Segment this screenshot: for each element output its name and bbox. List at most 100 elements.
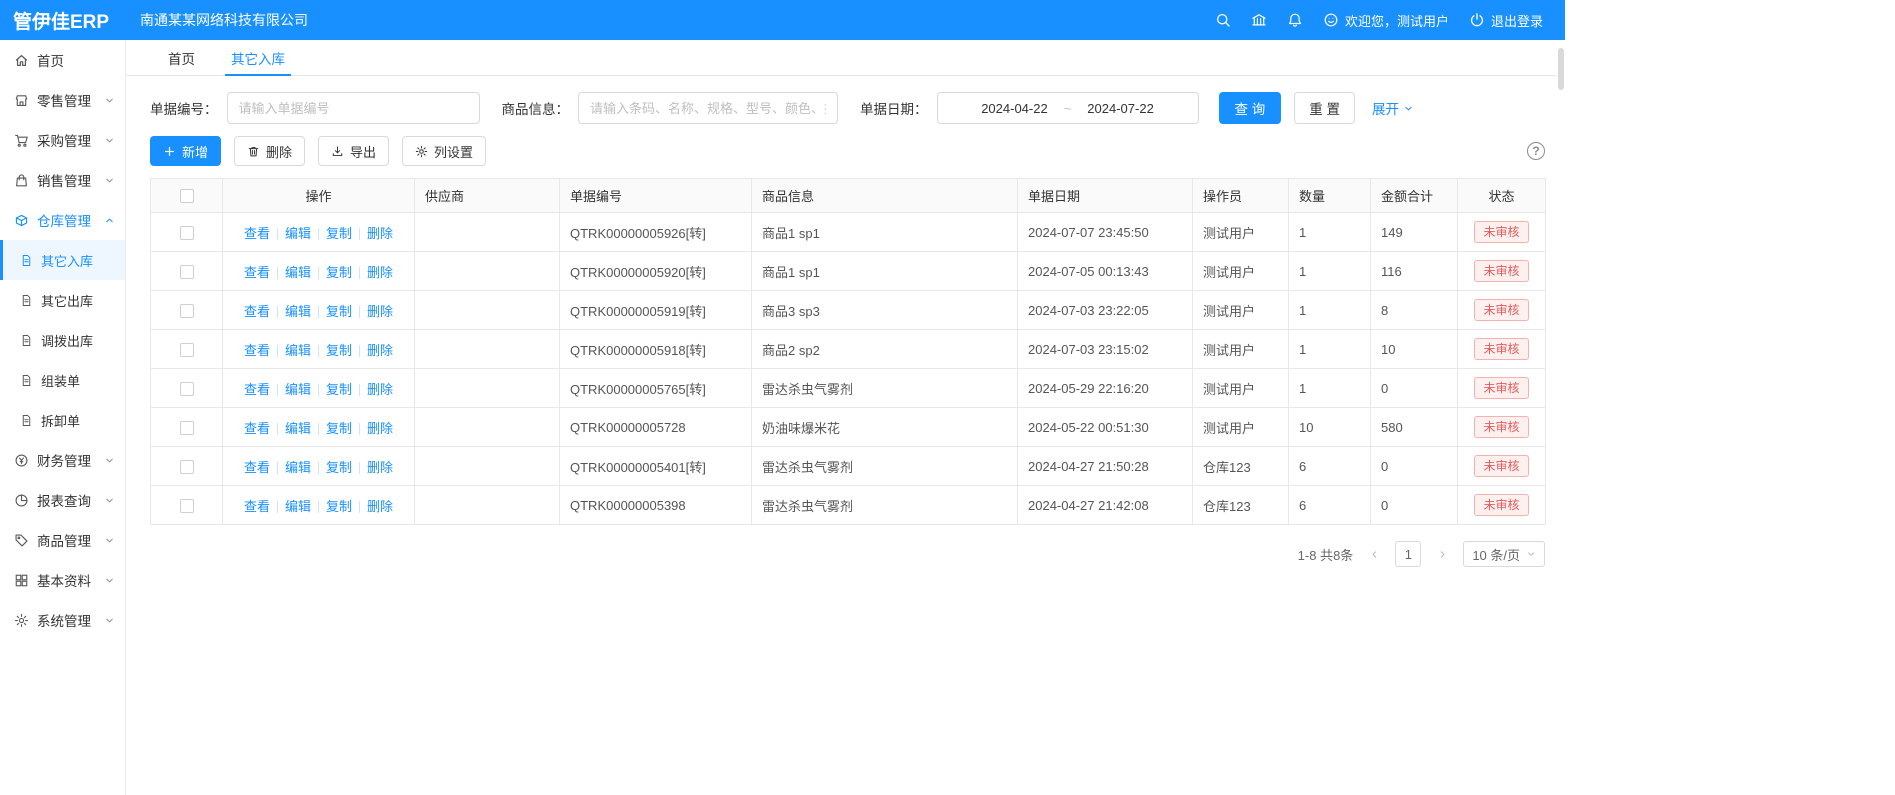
edit-link[interactable]: 编辑	[285, 265, 311, 280]
help-icon[interactable]	[1527, 142, 1545, 160]
edit-link[interactable]: 编辑	[285, 460, 311, 475]
row-checkbox[interactable]	[180, 265, 194, 279]
delete-link[interactable]: 删除	[367, 421, 393, 436]
delete-link[interactable]: 删除	[367, 226, 393, 241]
view-link[interactable]: 查看	[244, 382, 270, 397]
edit-link[interactable]: 编辑	[285, 499, 311, 514]
add-button[interactable]: 新增	[150, 136, 221, 166]
bank-icon[interactable]	[1251, 12, 1267, 28]
view-link[interactable]: 查看	[244, 304, 270, 319]
divider	[318, 228, 319, 240]
sidebar-subitem-assembly-order[interactable]: 组装单	[0, 360, 125, 400]
sidebar-item-reports[interactable]: 报表查询	[0, 480, 125, 520]
filter-bar: 单据编号： 商品信息： 单据日期： 2024-04-22 ~ 2024-07-2…	[150, 92, 1545, 124]
view-link[interactable]: 查看	[244, 421, 270, 436]
gear-icon	[14, 613, 29, 628]
copy-link[interactable]: 复制	[326, 265, 352, 280]
operator-cell: 测试用户	[1193, 408, 1289, 447]
reset-button[interactable]: 重 置	[1294, 92, 1355, 124]
col-date: 单据日期	[1018, 179, 1193, 213]
copy-link[interactable]: 复制	[326, 343, 352, 358]
copy-link[interactable]: 复制	[326, 499, 352, 514]
sidebar-item-warehouse[interactable]: 仓库管理	[0, 200, 125, 240]
row-checkbox[interactable]	[180, 343, 194, 357]
status-badge: 未审核	[1474, 377, 1528, 400]
sidebar-item-retail[interactable]: 零售管理	[0, 80, 125, 120]
product-cell: 商品1 sp1	[752, 252, 1018, 291]
select-all-checkbox[interactable]	[180, 189, 194, 203]
tab-label: 首页	[168, 48, 195, 68]
sidebar-item-system[interactable]: 系统管理	[0, 600, 125, 640]
sidebar-item-purchase[interactable]: 采购管理	[0, 120, 125, 160]
row-checkbox[interactable]	[180, 499, 194, 513]
view-link[interactable]: 查看	[244, 226, 270, 241]
product-input[interactable]	[578, 92, 838, 124]
sidebar-item-sales[interactable]: 销售管理	[0, 160, 125, 200]
sidebar-subitem-transfer-outbound[interactable]: 调拨出库	[0, 320, 125, 360]
column-settings-button[interactable]: 列设置	[402, 136, 486, 166]
col-amount: 金额合计	[1371, 179, 1458, 213]
chevron-right-icon	[1437, 549, 1448, 560]
delete-link[interactable]: 删除	[367, 499, 393, 514]
divider	[318, 345, 319, 357]
copy-link[interactable]: 复制	[326, 382, 352, 397]
divider	[277, 345, 278, 357]
date-separator: ~	[1064, 101, 1072, 116]
delete-button[interactable]: 删除	[234, 136, 305, 166]
search-icon[interactable]	[1215, 12, 1231, 28]
current-page[interactable]: 1	[1395, 541, 1421, 567]
date-range-picker[interactable]: 2024-04-22 ~ 2024-07-22	[937, 92, 1199, 124]
page-size-select[interactable]: 10 条/页	[1463, 541, 1545, 567]
search-button[interactable]: 查 询	[1219, 92, 1282, 124]
delete-link[interactable]: 删除	[367, 382, 393, 397]
scrollbar-thumb[interactable]	[1558, 48, 1564, 90]
user-menu[interactable]: 欢迎您，测试用户	[1323, 11, 1449, 30]
delete-link[interactable]: 删除	[367, 460, 393, 475]
delete-link[interactable]: 删除	[367, 265, 393, 280]
tab-home[interactable]: 首页	[150, 40, 213, 75]
expand-link[interactable]: 展开	[1372, 98, 1414, 118]
edit-link[interactable]: 编辑	[285, 226, 311, 241]
view-link[interactable]: 查看	[244, 460, 270, 475]
row-checkbox[interactable]	[180, 382, 194, 396]
edit-link[interactable]: 编辑	[285, 382, 311, 397]
bell-icon[interactable]	[1287, 12, 1303, 28]
delete-link[interactable]: 删除	[367, 304, 393, 319]
sidebar-item-finance[interactable]: 财务管理	[0, 440, 125, 480]
logout-button[interactable]: 退出登录	[1469, 11, 1543, 30]
sidebar-item-goods[interactable]: 商品管理	[0, 520, 125, 560]
row-checkbox[interactable]	[180, 304, 194, 318]
row-checkbox[interactable]	[180, 460, 194, 474]
table-row: 查看编辑复制删除 QTRK00000005401[转] 雷达杀虫气雾剂 2024…	[151, 447, 1546, 486]
divider	[277, 228, 278, 240]
sidebar-subitem-disassembly-order[interactable]: 拆卸单	[0, 400, 125, 440]
sidebar-item-home[interactable]: 首页	[0, 40, 125, 80]
export-button[interactable]: 导出	[318, 136, 389, 166]
view-link[interactable]: 查看	[244, 265, 270, 280]
document-icon	[20, 254, 33, 267]
edit-link[interactable]: 编辑	[285, 304, 311, 319]
edit-link[interactable]: 编辑	[285, 343, 311, 358]
sidebar-item-basic-data[interactable]: 基本资料	[0, 560, 125, 600]
copy-link[interactable]: 复制	[326, 226, 352, 241]
order-no-input[interactable]	[227, 92, 480, 124]
delete-link[interactable]: 删除	[367, 343, 393, 358]
row-checkbox[interactable]	[180, 421, 194, 435]
scrollbar[interactable]	[1557, 40, 1565, 795]
edit-link[interactable]: 编辑	[285, 421, 311, 436]
chevron-down-icon	[104, 495, 115, 506]
document-icon	[20, 294, 33, 307]
prev-page-button[interactable]	[1363, 543, 1385, 565]
chevron-down-icon	[104, 615, 115, 626]
sidebar-subitem-other-outbound[interactable]: 其它出库	[0, 280, 125, 320]
next-page-button[interactable]	[1431, 543, 1453, 565]
copy-link[interactable]: 复制	[326, 421, 352, 436]
view-link[interactable]: 查看	[244, 499, 270, 514]
tab-other-inbound[interactable]: 其它入库	[213, 40, 303, 75]
row-checkbox[interactable]	[180, 226, 194, 240]
copy-link[interactable]: 复制	[326, 460, 352, 475]
view-link[interactable]: 查看	[244, 343, 270, 358]
sidebar-subitem-other-inbound[interactable]: 其它入库	[0, 240, 125, 280]
copy-link[interactable]: 复制	[326, 304, 352, 319]
qty-cell: 1	[1289, 213, 1371, 252]
